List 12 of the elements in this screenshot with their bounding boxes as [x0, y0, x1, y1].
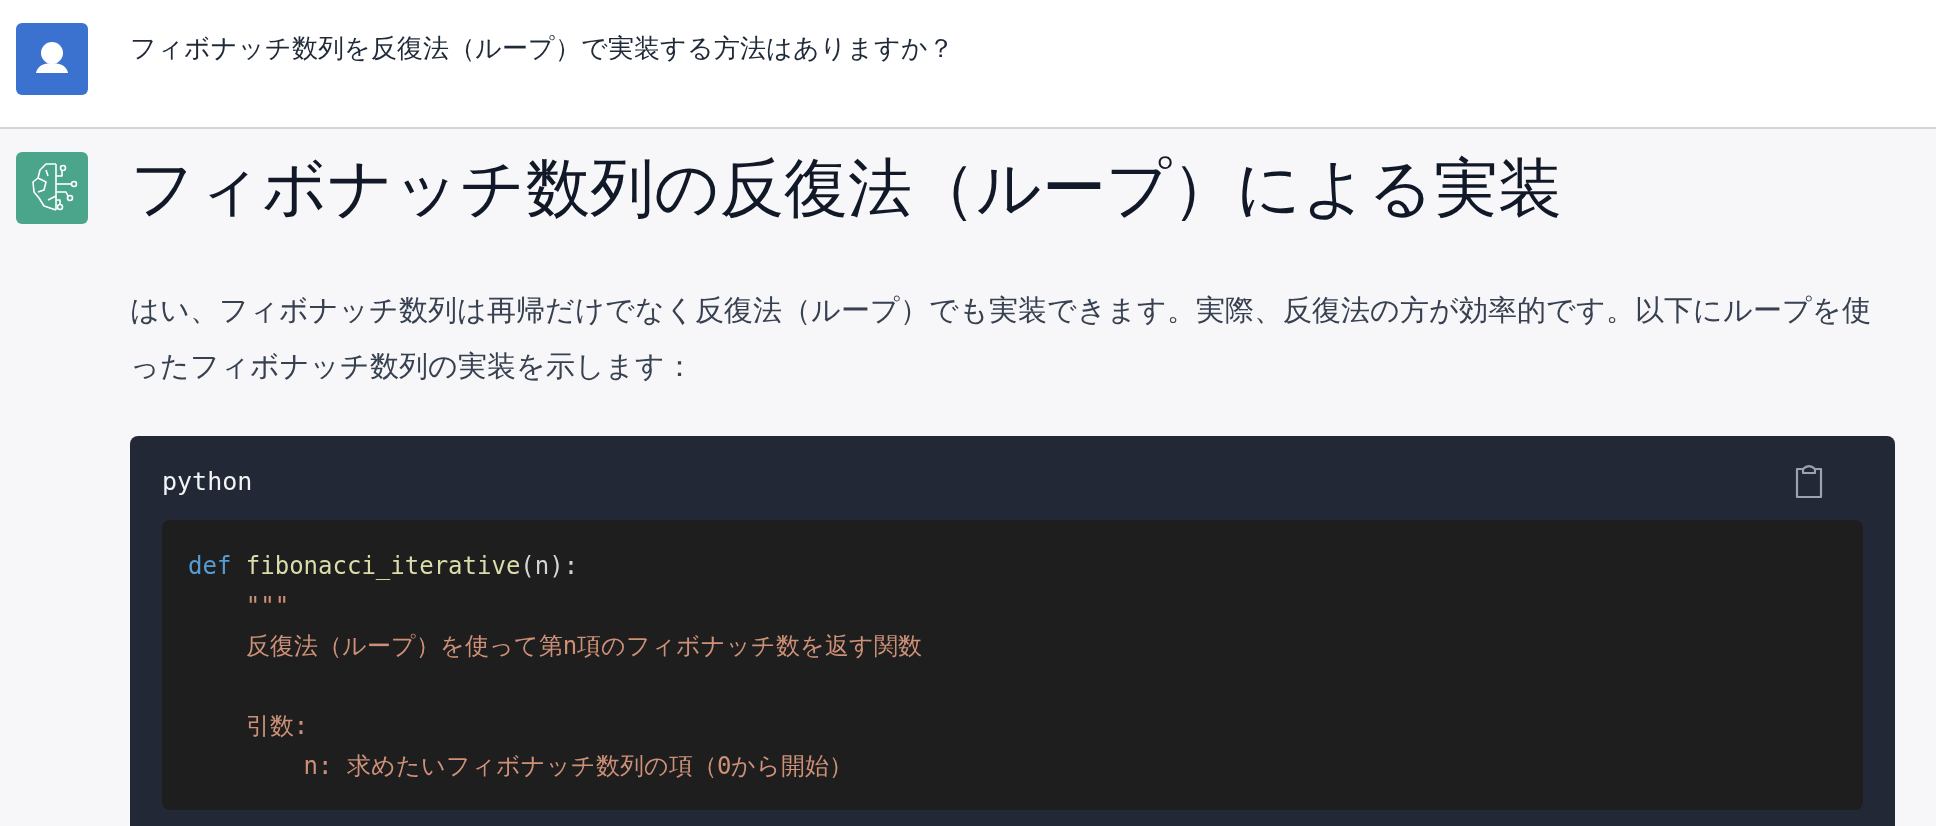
code-line: 引数:	[244, 711, 309, 742]
user-message-text: フィボナッチ数列を反復法（ループ）で実装する方法はありますか？	[130, 32, 954, 65]
brain-circuit-icon	[16, 152, 88, 224]
code-language-label: python	[162, 466, 253, 499]
clipboard-icon	[1793, 464, 1825, 500]
code-line: """	[244, 591, 290, 622]
code-line: def fibonacci_iterative(n):	[188, 551, 579, 582]
user-avatar-icon	[16, 23, 88, 95]
answer-paragraph: はい、フィボナッチ数列は再帰だけでなく反復法（ループ）でも実装できます。実際、反復法の方が効率的です。以下にループを使ったフィボナッチ数列の実装を示します：	[130, 292, 1872, 385]
code-line: n: 求めたいフィボナッチ数列の項（0から開始）	[302, 751, 854, 782]
code-line: 反復法（ループ）を使って第n項のフィボナッチ数を返す関数	[244, 631, 923, 662]
answer-heading: フィボナッチ数列の反復法（ループ）による実装	[130, 150, 1563, 227]
